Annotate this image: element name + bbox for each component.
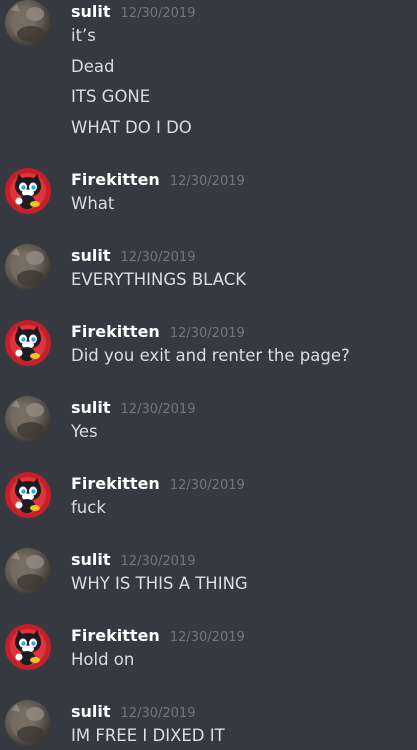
message-text: Dead	[71, 56, 115, 76]
username[interactable]: Firekitten	[71, 626, 160, 645]
message-text: Yes	[71, 422, 98, 441]
timestamp: 12/30/2019	[120, 706, 196, 721]
cat-photo-avatar[interactable]	[5, 548, 51, 594]
message-group: sulit 12/30/2019 EVERYTHINGS BLACK	[0, 244, 417, 300]
cartoon-cat-avatar[interactable]	[5, 320, 51, 366]
cat-photo-avatar[interactable]	[5, 0, 51, 46]
message-text: EVERYTHINGS BLACK	[71, 270, 247, 289]
username[interactable]: Firekitten	[71, 322, 160, 341]
message-group: sulit 12/30/2019 WHY IS THIS A THING	[0, 548, 417, 604]
username[interactable]: sulit	[71, 702, 111, 721]
chat-messages: sulit 12/30/2019 it’s Dead ITS GONE WHAT DO I…	[0, 0, 417, 750]
message-text: ITS GONE	[71, 87, 151, 106]
cartoon-cat-avatar[interactable]	[5, 624, 51, 670]
cartoon-cat-avatar[interactable]	[5, 472, 51, 518]
message-group: Firekitten 12/30/2019 Hold on	[0, 624, 417, 680]
message-group: sulit 12/30/2019 Yes	[0, 396, 417, 452]
message-header: sulit 12/30/2019	[71, 702, 195, 724]
message-header: Firekitten 12/30/2019	[71, 170, 245, 192]
timestamp: 12/30/2019	[120, 6, 196, 21]
message-text: Did you exit and renter the page?	[71, 346, 350, 365]
timestamp: 12/30/2019	[169, 630, 245, 645]
message-header: sulit 12/30/2019	[71, 2, 195, 24]
cat-photo-avatar[interactable]	[5, 396, 51, 442]
username[interactable]: sulit	[71, 550, 111, 569]
message-group: sulit 12/30/2019 IM FREE I DIXED IT	[0, 700, 417, 750]
message-text: Hold on	[71, 650, 135, 669]
message-text: WHY IS THIS A THING	[71, 574, 248, 593]
message-group: Firekitten 12/30/2019 Did you exit and ren…	[0, 320, 417, 376]
message-text: it’s	[71, 26, 96, 45]
message-header: sulit 12/30/2019	[71, 550, 195, 572]
message-text: WHAT DO I DO	[71, 117, 192, 137]
timestamp: 12/30/2019	[169, 174, 245, 189]
timestamp: 12/30/2019	[169, 478, 245, 493]
message-group: Firekitten 12/30/2019 What	[0, 168, 417, 224]
cartoon-cat-avatar[interactable]	[5, 168, 51, 214]
cat-photo-avatar[interactable]	[5, 244, 51, 290]
message-header: Firekitten 12/30/2019	[71, 322, 245, 344]
timestamp: 12/30/2019	[120, 250, 196, 265]
message-header: sulit 12/30/2019	[71, 246, 195, 268]
message-header: Firekitten 12/30/2019	[71, 626, 245, 648]
username[interactable]: sulit	[71, 246, 111, 265]
username[interactable]: Firekitten	[71, 170, 160, 189]
cat-photo-avatar[interactable]	[5, 700, 51, 746]
timestamp: 12/30/2019	[120, 554, 196, 569]
username[interactable]: sulit	[71, 2, 111, 21]
message-text: IM FREE I DIXED IT	[71, 726, 225, 745]
timestamp: 12/30/2019	[120, 402, 196, 417]
message-header: Firekitten 12/30/2019	[71, 474, 245, 496]
message-group: Firekitten 12/30/2019 fuck	[0, 472, 417, 528]
username[interactable]: sulit	[71, 398, 111, 417]
timestamp: 12/30/2019	[169, 326, 245, 341]
message-text: fuck	[71, 498, 106, 517]
message-header: sulit 12/30/2019	[71, 398, 195, 420]
message-text: What	[71, 194, 115, 213]
message-group: sulit 12/30/2019 it’s Dead ITS GONE WHAT DO I…	[0, 0, 417, 147]
username[interactable]: Firekitten	[71, 474, 160, 493]
